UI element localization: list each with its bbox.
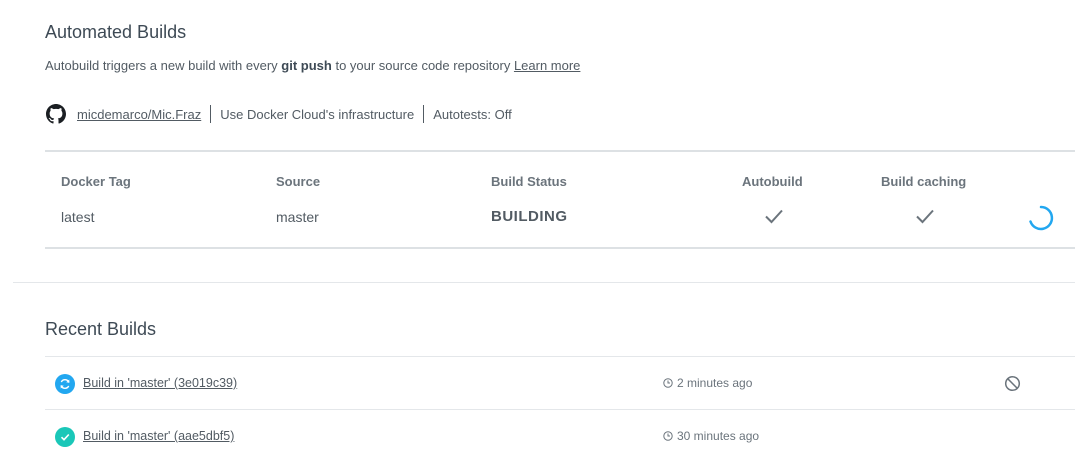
build-rules-table: Docker Tag Source Build Status Autobuild… (45, 150, 1075, 249)
desc-git-push: git push (281, 58, 332, 73)
header-source: Source (276, 174, 321, 189)
recent-builds-title: Recent Builds (45, 319, 157, 339)
row-docker-tag: latest (61, 209, 95, 225)
cancel-build-icon[interactable] (1004, 375, 1021, 392)
repo-info: micdemarco/Mic.Fraz Use Docker Cloud's i… (45, 103, 512, 125)
header-docker-tag: Docker Tag (61, 174, 131, 189)
build-time: 30 minutes ago (663, 429, 759, 443)
build-link[interactable]: Build in 'master' (3e019c39) (83, 376, 237, 390)
build-time-label: 2 minutes ago (677, 376, 753, 390)
header-autobuild: Autobuild (742, 174, 803, 189)
clock-icon (663, 431, 673, 441)
desc-suffix: to your source code repository (331, 58, 514, 73)
header-build-status: Build Status (491, 174, 567, 189)
github-icon (45, 103, 67, 125)
build-link[interactable]: Build in 'master' (aae5dbf5) (83, 429, 234, 443)
repo-link[interactable]: micdemarco/Mic.Fraz (77, 107, 201, 122)
autotests-label: Autotests: Off (433, 106, 512, 122)
section-divider (13, 282, 1075, 283)
autobuild-description: Autobuild triggers a new build with ever… (45, 58, 580, 73)
autobuild-check-icon (765, 209, 783, 224)
row-build-status: BUILDING (491, 208, 568, 225)
header-build-caching: Build caching (881, 174, 967, 189)
spinner-icon (1029, 205, 1054, 231)
row-source: master (276, 209, 319, 225)
build-row: Build in 'master' (aae5dbf5) 30 minutes … (45, 409, 1075, 455)
desc-prefix: Autobuild triggers a new build with ever… (45, 58, 282, 73)
separator (210, 105, 212, 123)
automated-builds-title: Automated Builds (45, 22, 187, 42)
check-circle-icon (55, 427, 75, 447)
infra-label: Use Docker Cloud's infrastructure (220, 106, 415, 122)
clock-icon (663, 378, 673, 388)
caching-check-icon (916, 209, 934, 224)
build-row: Build in 'master' (3e019c39) 2 minutes a… (45, 356, 1075, 409)
learn-more-link[interactable]: Learn more (514, 58, 580, 73)
build-time: 2 minutes ago (663, 376, 752, 390)
refresh-icon (55, 374, 75, 394)
recent-builds-list: Build in 'master' (3e019c39) 2 minutes a… (45, 356, 1075, 455)
separator (423, 105, 425, 123)
build-time-label: 30 minutes ago (677, 429, 760, 443)
